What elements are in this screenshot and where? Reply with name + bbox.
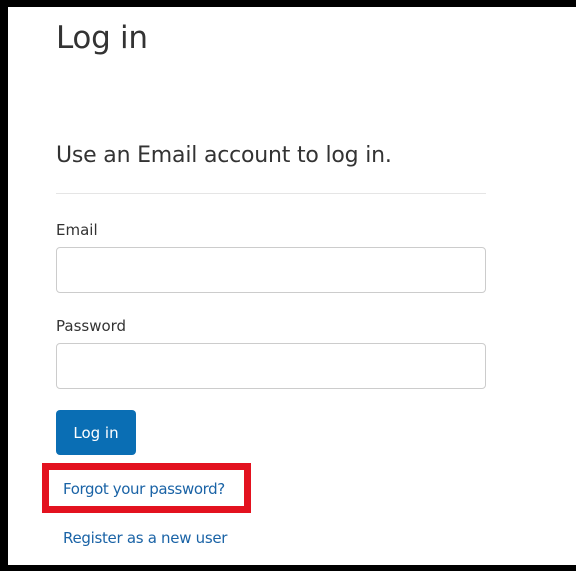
page-title: Log in [56, 20, 148, 56]
password-label: Password [56, 317, 127, 335]
password-field[interactable] [56, 343, 486, 389]
register-link[interactable]: Register as a new user [63, 528, 227, 548]
log-in-button[interactable]: Log in [56, 410, 136, 455]
login-content: Log in Use an Email account to log in. E… [56, 18, 496, 455]
screenshot-frame: Log in Use an Email account to log in. E… [0, 0, 576, 571]
email-label: Email [56, 221, 98, 239]
forgot-password-link[interactable]: Forgot your password? [63, 479, 225, 499]
section-divider [56, 193, 486, 194]
email-field[interactable] [56, 247, 486, 293]
section-title: Use an Email account to log in. [56, 143, 392, 168]
